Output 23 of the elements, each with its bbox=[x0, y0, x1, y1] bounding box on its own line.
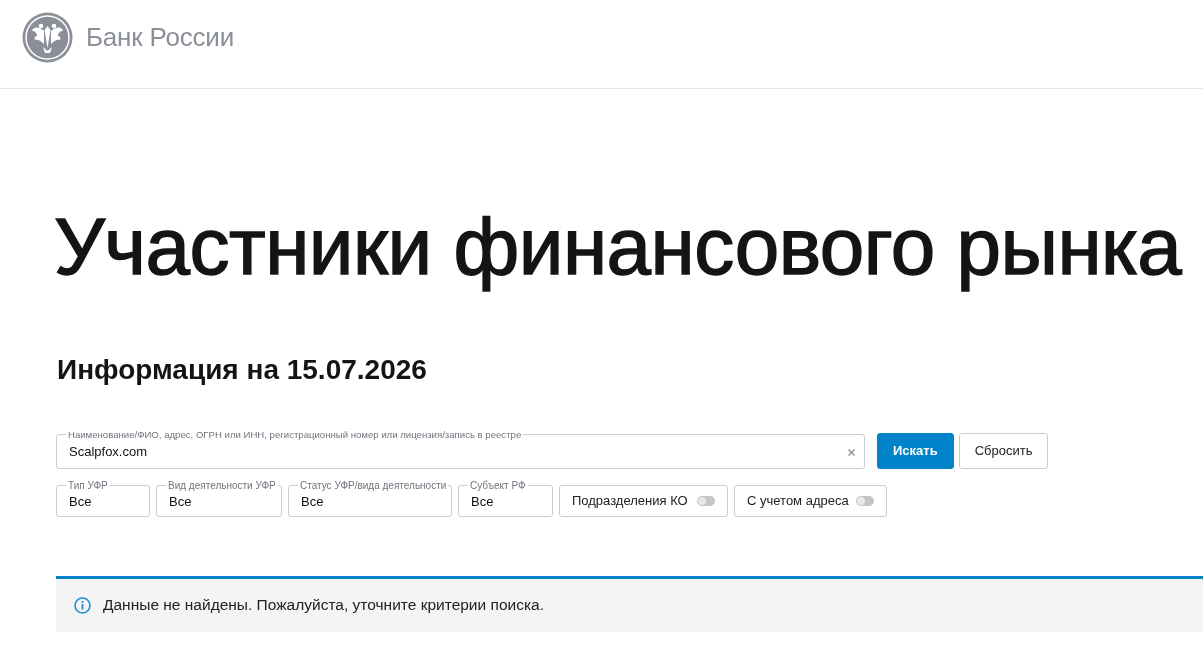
dropdown-field[interactable]: Вид деятельности УФР Все bbox=[156, 479, 282, 517]
dropdown-field[interactable]: Субъект РФ Все bbox=[458, 479, 553, 517]
search-button[interactable]: Искать bbox=[877, 432, 954, 469]
toggle-option[interactable]: С учетом адреса bbox=[734, 484, 887, 517]
logo-text: Банк России bbox=[86, 21, 234, 53]
field-label: Наименование/ФИО, адрес, ОГРН или ИНН, регистрационный номер или лицензия/запись в реестре bbox=[67, 428, 523, 440]
notice-text: Данные не найдены. Пожалуйста, уточните критерии поиска. bbox=[103, 596, 544, 615]
emblem-icon bbox=[22, 11, 73, 63]
page-title: Участники финансового рынка bbox=[54, 201, 1183, 293]
info-icon bbox=[74, 596, 91, 614]
toggle-switch[interactable] bbox=[697, 495, 715, 506]
clear-icon[interactable] bbox=[848, 448, 855, 456]
field-label: Субъект РФ bbox=[469, 479, 527, 491]
dropdown-field[interactable]: Тип УФР Все bbox=[56, 479, 150, 517]
info-date-heading: Информация на 15.07.2026 bbox=[57, 353, 428, 387]
toggle-switch[interactable] bbox=[856, 495, 874, 506]
field-label: Статус УФР/вида деятельности bbox=[299, 479, 448, 491]
dropdown-field[interactable]: Статус УФР/вида деятельности Все bbox=[288, 479, 452, 517]
reset-button[interactable]: Сбросить bbox=[958, 432, 1049, 469]
field-label: Тип УФР bbox=[67, 479, 109, 491]
toggle-option[interactable]: Подразделения КО bbox=[559, 484, 728, 517]
search-field[interactable]: Наименование/ФИО, адрес, ОГРН или ИНН, регистрационный номер или лицензия/запись в реестре Scalpfox.com bbox=[56, 428, 865, 469]
field-label: Вид деятельности УФР bbox=[167, 479, 277, 491]
